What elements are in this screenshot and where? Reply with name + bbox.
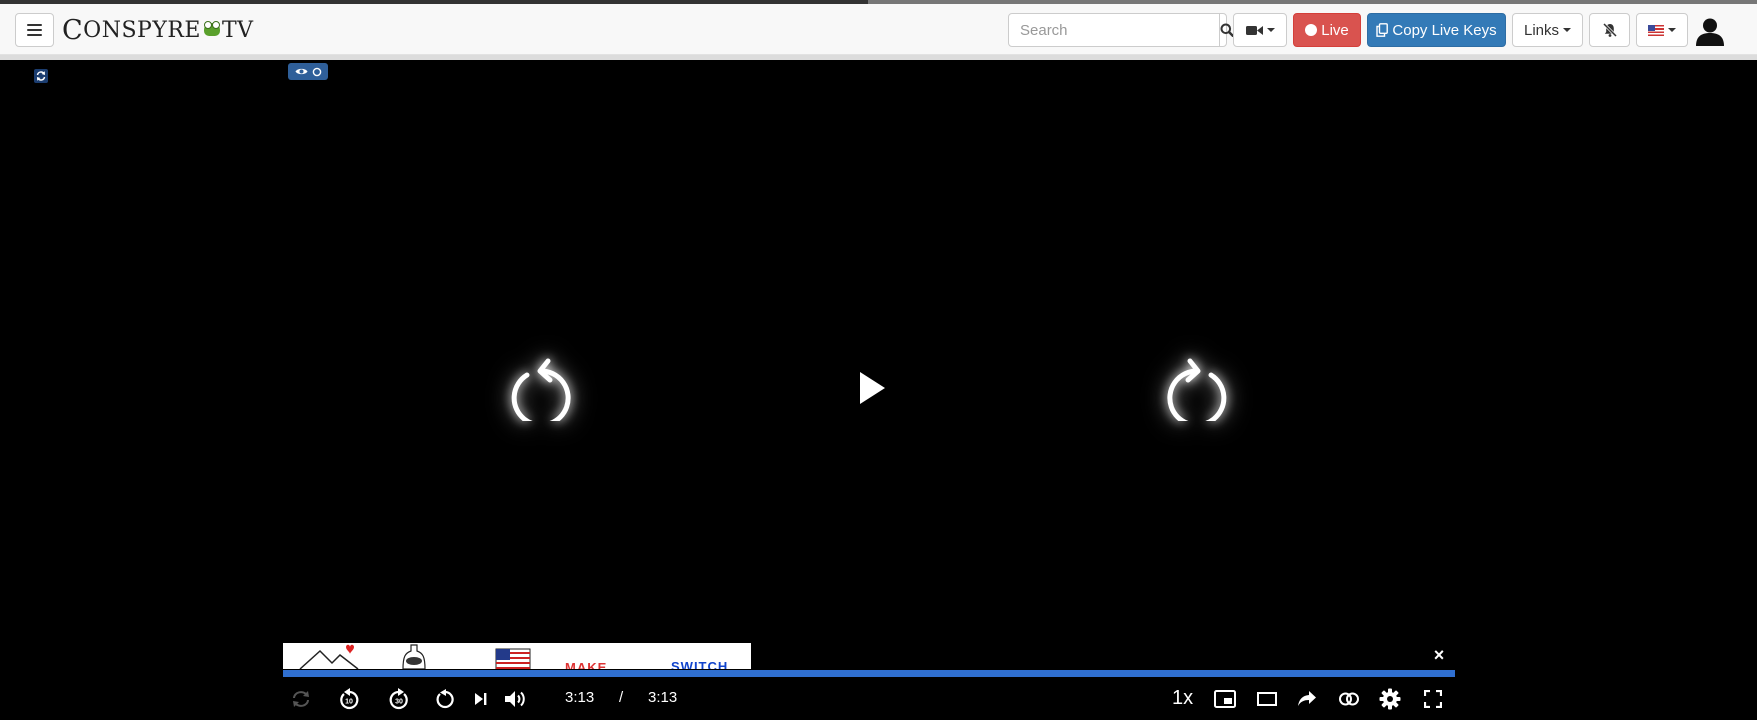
us-flag-icon: [1648, 24, 1664, 36]
ad-text-right: SWITCH: [671, 659, 729, 669]
ad-illustration-left: [299, 644, 359, 669]
copy-icon: [1376, 23, 1389, 37]
pip-button[interactable]: [1213, 687, 1237, 711]
ad-banner[interactable]: MAKE SWITCH: [283, 643, 751, 669]
search-input[interactable]: [1009, 14, 1219, 46]
progress-bar[interactable]: [283, 670, 1455, 677]
volume-button[interactable]: [503, 687, 527, 711]
play-button[interactable]: [849, 365, 895, 411]
search-icon: [1220, 23, 1234, 37]
settings-icon: [1379, 688, 1401, 710]
next-icon: [475, 693, 487, 705]
play-icon: [860, 372, 885, 404]
chevron-down-icon: [1668, 28, 1676, 32]
chevron-down-icon: [1266, 28, 1275, 32]
rotate-right-icon: [1167, 358, 1227, 421]
links-dropdown[interactable]: Links: [1512, 13, 1583, 47]
share-icon: [1298, 691, 1316, 706]
loop-button[interactable]: [289, 687, 313, 711]
hamburger-icon: [27, 24, 42, 36]
menu-button[interactable]: [15, 13, 54, 47]
search-box: [1008, 13, 1234, 47]
replay-button[interactable]: [433, 687, 457, 711]
video-camera-icon: [1245, 25, 1263, 35]
ad-close-button[interactable]: ×: [1430, 646, 1448, 664]
toggle-icon: [1339, 692, 1359, 706]
ad-text-left: MAKE: [565, 660, 608, 669]
go-live-button[interactable]: Live: [1293, 13, 1361, 47]
duration: 3:13: [648, 689, 678, 706]
language-dropdown[interactable]: [1636, 13, 1688, 47]
sync-button[interactable]: [33, 68, 49, 84]
eye-icon: [295, 68, 307, 75]
next-button[interactable]: [469, 687, 493, 711]
share-button[interactable]: [1295, 687, 1319, 711]
rotate-left-icon: [511, 358, 571, 421]
replay-icon: [436, 689, 454, 709]
svg-text:10: 10: [345, 699, 353, 706]
loop-icon: [293, 691, 309, 707]
fast-forward-button[interactable]: [1159, 345, 1239, 425]
ad-flag-illustration: [495, 648, 531, 669]
circle-icon: [312, 67, 321, 76]
ad-illustration-bottle: [402, 644, 426, 669]
time-separator: /: [619, 689, 624, 706]
bell-slash-icon: [1602, 22, 1617, 38]
forward-30-button[interactable]: 30: [387, 687, 411, 711]
notifications-toggle[interactable]: [1589, 13, 1630, 47]
site-logo[interactable]: C ONSPYRE TV: [62, 15, 254, 46]
settings-button[interactable]: [1378, 687, 1402, 711]
chevron-down-icon: [1563, 28, 1572, 32]
fullscreen-icon: [1424, 690, 1442, 708]
rewind-10-button[interactable]: 10: [337, 687, 361, 711]
rewind-button[interactable]: [499, 345, 579, 425]
search-button[interactable]: [1219, 14, 1234, 46]
viewer-badge: [288, 63, 328, 80]
pip-icon: [1214, 690, 1236, 708]
theater-icon: [1257, 692, 1277, 706]
record-dot-icon: [1305, 24, 1318, 36]
toggle-button[interactable]: [1337, 687, 1361, 711]
camera-dropdown[interactable]: [1233, 13, 1287, 47]
top-navbar: CONSPYRETV Live Copy Live Keys Links: [0, 4, 1757, 60]
frog-icon: [203, 20, 220, 36]
forward-30-icon: 30: [389, 688, 408, 710]
rewind-10-icon: 10: [340, 688, 359, 710]
player-control-bar: 10 30 3:13 / 3:13 1x: [283, 677, 1455, 720]
copy-live-keys-button[interactable]: Copy Live Keys: [1367, 13, 1506, 47]
theater-mode-button[interactable]: [1255, 687, 1279, 711]
volume-icon: [505, 691, 525, 707]
sync-icon: [34, 69, 48, 83]
svg-text:30: 30: [395, 699, 403, 706]
current-time: 3:13: [565, 689, 595, 706]
user-silhouette-icon[interactable]: [1695, 16, 1725, 46]
fullscreen-button[interactable]: [1421, 687, 1445, 711]
playback-rate-button[interactable]: 1x: [1172, 687, 1193, 710]
